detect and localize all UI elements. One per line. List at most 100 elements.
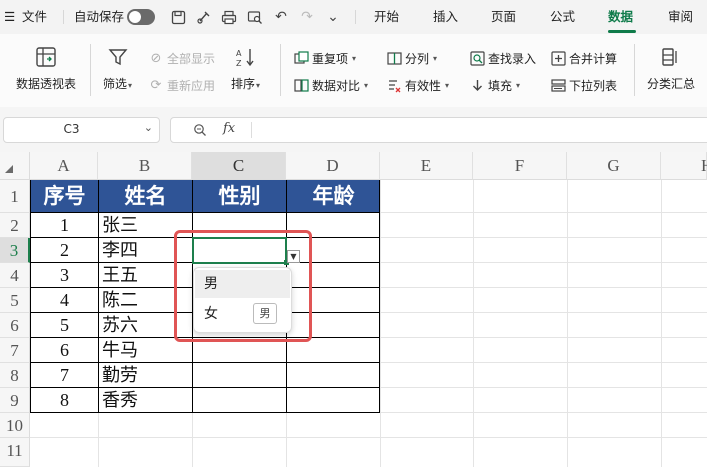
- split-column-button[interactable]: 分列 ▾: [386, 50, 437, 67]
- undo-icon[interactable]: ↶: [272, 8, 290, 26]
- column-header-b[interactable]: B: [98, 152, 192, 180]
- dropdown-list-button[interactable]: 下拉列表: [550, 77, 617, 94]
- tab-home[interactable]: 开始: [374, 0, 399, 34]
- gridline: [380, 237, 707, 238]
- autosave-label: 自动保存: [74, 9, 125, 24]
- divider: [280, 44, 281, 96]
- filter-clear-icon: ⊘: [150, 51, 162, 66]
- lookup-entry-label: 查找录入: [488, 52, 537, 66]
- row-header-10[interactable]: 10: [0, 413, 30, 438]
- select-all-corner[interactable]: [0, 152, 30, 180]
- duplicates-label: 重复项: [312, 52, 349, 66]
- chevron-down-icon[interactable]: ⌄: [324, 8, 342, 26]
- reapply-button[interactable]: ⟳ 重新应用: [148, 77, 215, 94]
- zoom-icon[interactable]: [193, 123, 207, 140]
- table-border: [30, 412, 380, 413]
- table-header-cell[interactable]: 年龄: [287, 180, 380, 212]
- divider: [355, 10, 356, 24]
- active-tab-indicator: [608, 30, 636, 33]
- tab-formula[interactable]: 公式: [550, 0, 575, 34]
- gridline: [567, 180, 568, 467]
- print-preview-icon[interactable]: [246, 8, 264, 26]
- print-icon[interactable]: [220, 8, 238, 26]
- consolidate-label: 合并计算: [569, 52, 618, 66]
- sort-label: 排序: [231, 77, 256, 91]
- row-header-9[interactable]: 9: [0, 388, 30, 413]
- validity-button[interactable]: 有效性 ▾: [386, 77, 449, 94]
- tab-data[interactable]: 数据: [608, 0, 633, 34]
- show-all-button[interactable]: ⊘ 全部显示: [148, 50, 215, 67]
- table-cell-name[interactable]: 勤劳: [102, 363, 192, 388]
- gridline: [380, 387, 707, 388]
- table-border: [98, 180, 99, 413]
- save-icon[interactable]: [169, 8, 187, 26]
- table-cell-no[interactable]: 8: [31, 388, 98, 413]
- column-header-h[interactable]: H: [661, 152, 707, 180]
- column-header-d[interactable]: D: [286, 152, 380, 180]
- table-cell-no[interactable]: 6: [31, 338, 98, 363]
- table-cell-no[interactable]: 2: [31, 238, 98, 263]
- column-header-g[interactable]: G: [567, 152, 661, 180]
- filter-refresh-icon: ⟳: [150, 78, 162, 93]
- column-header-f[interactable]: F: [473, 152, 567, 180]
- tab-insert[interactable]: 插入: [433, 0, 458, 34]
- divider: [251, 122, 252, 138]
- split-column-icon: [386, 51, 402, 67]
- table-cell-no[interactable]: 4: [31, 288, 98, 313]
- table-header-cell[interactable]: 序号: [31, 180, 98, 212]
- table-border: [30, 362, 380, 363]
- table-header-cell[interactable]: 姓名: [99, 180, 192, 212]
- row-header-8[interactable]: 8: [0, 363, 30, 388]
- brush-icon[interactable]: [194, 8, 212, 26]
- table-header-cell[interactable]: 性别: [193, 180, 286, 212]
- formula-bar-area: C3 ⌄ fx: [0, 107, 707, 152]
- menu-file[interactable]: 文件: [22, 0, 47, 34]
- hamburger-icon[interactable]: ☰: [4, 0, 15, 34]
- lookup-entry-button[interactable]: 查找录入: [469, 50, 536, 67]
- gridline: [380, 362, 707, 363]
- chevron-down-icon[interactable]: ⌄: [144, 121, 153, 134]
- table-cell-no[interactable]: 1: [31, 213, 98, 238]
- table-cell-no[interactable]: 7: [31, 363, 98, 388]
- gridline: [98, 413, 99, 467]
- highlight-box: [174, 230, 312, 342]
- formula-input[interactable]: fx: [170, 117, 707, 143]
- sort-button[interactable]: AZ 排序▾: [231, 45, 260, 92]
- redo-icon[interactable]: ↷: [298, 8, 316, 26]
- dropdown-list-label: 下拉列表: [569, 79, 618, 93]
- consolidate-button[interactable]: 合并计算: [550, 50, 617, 67]
- name-box[interactable]: C3 ⌄: [3, 117, 160, 143]
- duplicates-button[interactable]: 重复项 ▾: [293, 50, 356, 67]
- row-header-3[interactable]: 3: [0, 238, 30, 263]
- tab-review[interactable]: 审阅: [668, 0, 693, 34]
- fill-button[interactable]: 填充 ▾: [469, 77, 520, 94]
- row-header-1[interactable]: 1: [0, 180, 30, 213]
- column-header-e[interactable]: E: [380, 152, 473, 180]
- show-all-label: 全部显示: [167, 52, 216, 66]
- autosave-toggle[interactable]: [127, 9, 155, 25]
- ribbon: 数据透视表 筛选▾ ⊘ 全部显示 ⟳ 重新应用 AZ 排序▾ 重复项 ▾ 数据对比…: [0, 34, 707, 108]
- column-header-c[interactable]: C: [192, 152, 286, 180]
- row-header-6[interactable]: 6: [0, 313, 30, 338]
- row-header-7[interactable]: 7: [0, 338, 30, 363]
- row-header-11[interactable]: 11: [0, 438, 30, 467]
- filter-button[interactable]: 筛选▾: [103, 45, 132, 92]
- compare-button[interactable]: 数据对比 ▾: [293, 77, 368, 94]
- column-header-a[interactable]: A: [30, 152, 98, 180]
- subtotal-button[interactable]: 分类汇总: [647, 45, 695, 92]
- table-border: [30, 212, 380, 213]
- pivot-table-button[interactable]: 数据透视表: [16, 45, 76, 92]
- subtotal-label: 分类汇总: [647, 77, 696, 91]
- row-header-4[interactable]: 4: [0, 263, 30, 288]
- table-cell-no[interactable]: 3: [31, 263, 98, 288]
- gridline: [380, 412, 707, 413]
- fx-icon[interactable]: fx: [223, 121, 235, 136]
- name-box-value: C3: [63, 122, 80, 136]
- row-header-2[interactable]: 2: [0, 213, 30, 238]
- table-cell-no[interactable]: 5: [31, 313, 98, 338]
- validity-icon: [386, 78, 402, 94]
- row-header-5[interactable]: 5: [0, 288, 30, 313]
- table-border: [30, 387, 380, 388]
- tab-page[interactable]: 页面: [491, 0, 516, 34]
- table-cell-name[interactable]: 香秀: [102, 388, 192, 413]
